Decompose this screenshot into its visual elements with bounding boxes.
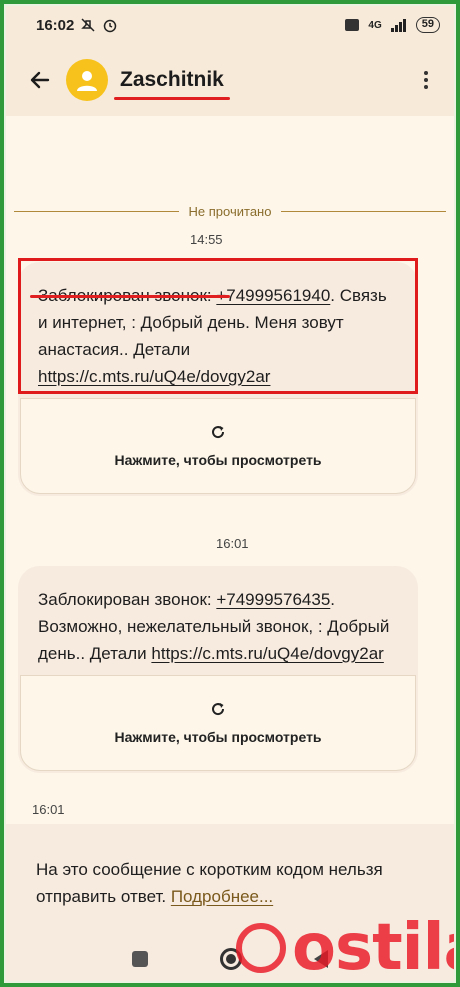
- contact-name[interactable]: Zaschitnik: [114, 68, 230, 100]
- arrow-left-icon[interactable]: [24, 64, 56, 96]
- volte-icon: [345, 19, 360, 31]
- more-vert-icon[interactable]: [414, 64, 438, 96]
- link-preview[interactable]: Нажмите, чтобы просмотреть: [20, 675, 416, 771]
- highlight-box: [18, 258, 418, 394]
- phone-screen: 16:02 4G 59 Zaschitnik Не прочитано 14:5…: [4, 4, 456, 983]
- unread-divider: Не прочитано: [14, 204, 446, 219]
- message-timestamp: 14:55: [190, 232, 223, 247]
- network-type: 4G: [368, 19, 382, 31]
- preview-label: Нажмите, чтобы просмотреть: [114, 452, 322, 468]
- refresh-icon: [212, 426, 225, 439]
- mute-icon: [81, 18, 95, 32]
- app-bar: Zaschitnik: [6, 44, 454, 116]
- learn-more-link[interactable]: Подробнее...: [171, 887, 273, 906]
- highlight-underline: [30, 295, 230, 298]
- unread-label: Не прочитано: [188, 204, 272, 219]
- message-text: Заблокирован звонок: +74999576435. Возмо…: [38, 590, 390, 663]
- short-code-notice: На это сообщение с коротким кодом нельзя…: [6, 824, 454, 932]
- status-icons: [80, 17, 118, 33]
- home-icon[interactable]: [220, 947, 242, 970]
- status-right: 4G 59: [344, 17, 440, 33]
- recents-icon[interactable]: [132, 950, 148, 967]
- message-link[interactable]: https://c.mts.ru/uQ4e/dovgy2ar: [151, 644, 383, 663]
- navigation-bar: [6, 932, 454, 981]
- back-nav-icon[interactable]: [314, 949, 328, 968]
- message-prefix: Заблокирован звонок: [38, 590, 207, 609]
- message-timestamp: 16:01: [216, 536, 249, 551]
- alarm-icon: [104, 19, 117, 33]
- link-preview[interactable]: Нажмите, чтобы просмотреть: [20, 398, 416, 494]
- battery-icon: 59: [415, 17, 440, 33]
- preview-label: Нажмите, чтобы просмотреть: [114, 729, 322, 745]
- person-icon[interactable]: [66, 59, 108, 101]
- status-time: 16:02: [36, 16, 75, 34]
- refresh-icon: [212, 703, 225, 716]
- signal-icon: [390, 19, 406, 32]
- status-bar: 16:02 4G 59: [6, 6, 454, 44]
- phone-link[interactable]: +74999576435: [216, 590, 330, 609]
- message-bubble[interactable]: Заблокирован звонок: +74999576435. Возмо…: [18, 566, 418, 773]
- sent-timestamp: 16:01: [32, 802, 65, 817]
